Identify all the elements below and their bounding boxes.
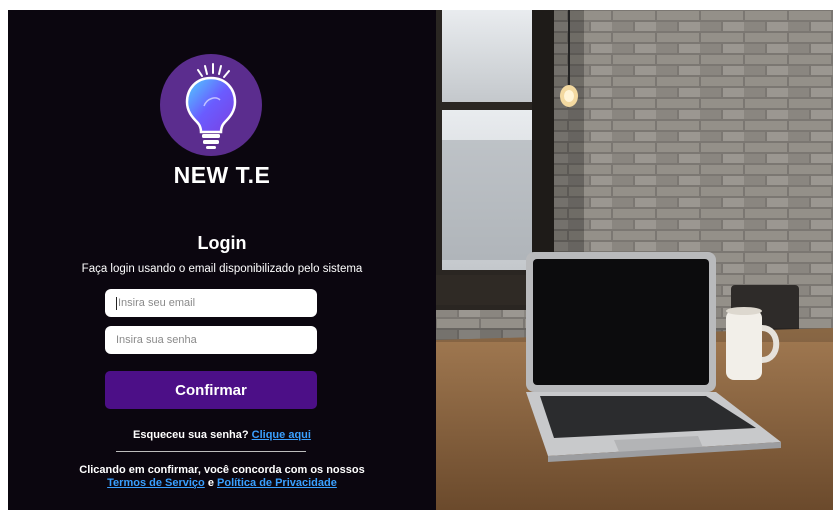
privacy-link[interactable]: Política de Privacidade	[217, 477, 337, 489]
forgot-text: Esqueceu sua senha?	[133, 429, 249, 441]
login-subtitle: Faça login usando o email disponibilizad…	[81, 263, 363, 275]
brand-name: NEW T.E	[173, 162, 271, 188]
confirm-button[interactable]: Confirmar	[105, 371, 317, 409]
logo	[160, 54, 262, 156]
page-title: Login	[197, 233, 247, 253]
lightbulb-icon	[185, 63, 237, 149]
password-field[interactable]: Insira sua senha	[105, 326, 317, 354]
terms-notice: Clicando em confirmar, você concorda com…	[8, 464, 436, 490]
terms-link[interactable]: Termos de Serviço	[107, 477, 205, 489]
divider	[116, 451, 306, 452]
text-caret	[116, 296, 117, 310]
password-placeholder: Insira sua senha	[116, 334, 197, 346]
terms-text: Clicando em confirmar, você concorda com…	[79, 464, 365, 476]
page-frame: NEW T.E Login Faça login usando o email …	[8, 10, 833, 510]
hero-image	[436, 10, 833, 510]
terms-and: e	[207, 477, 214, 489]
laptop-scene-illustration	[436, 10, 833, 510]
forgot-password: Esqueceu sua senha? Clique aqui	[8, 429, 436, 441]
email-placeholder: Insira seu email	[118, 297, 196, 309]
login-panel: NEW T.E Login Faça login usando o email …	[8, 10, 436, 510]
email-field[interactable]: Insira seu email	[105, 289, 317, 317]
forgot-link[interactable]: Clique aqui	[252, 429, 311, 441]
